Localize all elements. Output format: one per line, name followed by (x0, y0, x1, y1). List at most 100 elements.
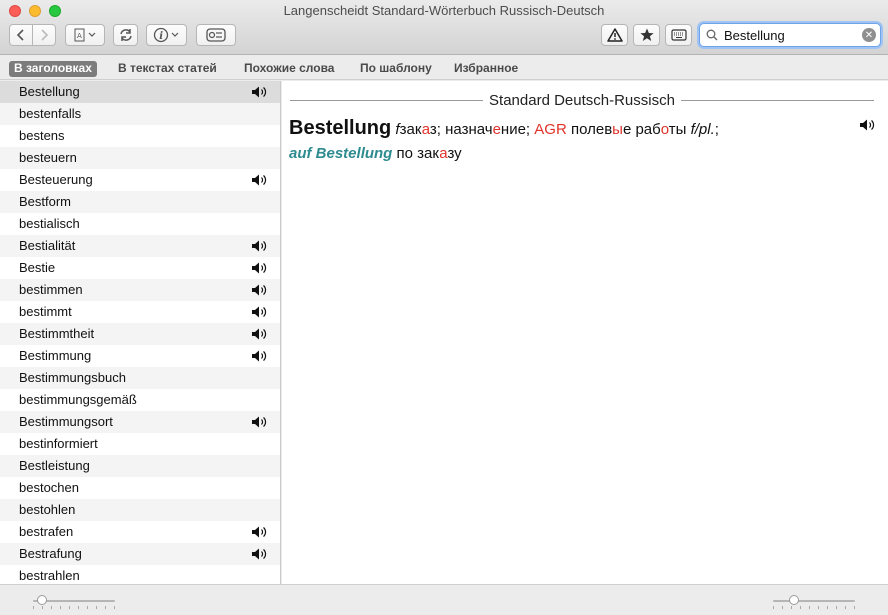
word-label: Bestrafung (19, 546, 82, 561)
speaker-icon[interactable] (251, 547, 269, 561)
word-label: Bestellung (19, 84, 80, 99)
stress-mark: о (660, 121, 669, 138)
word-label: Bestleistung (19, 458, 90, 473)
word-label: bestinformiert (19, 436, 98, 451)
word-list-item[interactable]: besteuern (0, 147, 280, 169)
speaker-icon[interactable] (251, 305, 269, 319)
search-mode-tabs: В заголовках В текстах статей Похожие сл… (0, 56, 888, 80)
word-list-item[interactable]: bestenfalls (0, 103, 280, 125)
word-list-item[interactable]: Bestrafung (0, 543, 280, 565)
stress-mark: а (421, 121, 430, 138)
entry-text: Bestellung fзаказ; назначение; AGR полев… (289, 116, 829, 166)
slider-knob[interactable] (789, 595, 799, 605)
word-list-item[interactable]: Bestellung (0, 81, 280, 103)
speaker-icon[interactable] (251, 415, 269, 429)
titlebar: Langenscheidt Standard-Wörterbuch Russis… (0, 0, 888, 55)
word-list-item[interactable]: bestimmungsgemäß (0, 389, 280, 411)
tab-in-articles[interactable]: В текстах статей (113, 61, 222, 77)
virtual-keyboard-button[interactable] (665, 24, 692, 46)
translation-1-c: ние; (500, 121, 531, 138)
list-font-size-slider[interactable] (33, 595, 115, 609)
tab-by-pattern[interactable]: По шаблону (355, 61, 437, 77)
dictionary-menu-button[interactable]: A (65, 24, 105, 46)
word-list-item[interactable]: bestrafen (0, 521, 280, 543)
clear-search-icon[interactable]: ✕ (862, 28, 876, 42)
entry-font-size-slider[interactable] (773, 595, 855, 609)
word-list-item[interactable]: bestinformiert (0, 433, 280, 455)
word-label: Bestimmung (19, 348, 92, 363)
phrase-translation-a: по зак (396, 145, 440, 162)
translation-2-a: полев (570, 121, 613, 138)
word-list-item[interactable]: bestohlen (0, 499, 280, 521)
translation-1-b: з; назнач (429, 121, 493, 138)
sync-button[interactable] (113, 24, 138, 46)
search-input[interactable] (724, 27, 858, 43)
speaker-icon[interactable] (251, 239, 269, 253)
word-list-item[interactable]: bestens (0, 125, 280, 147)
word-list-item[interactable]: Bestie (0, 257, 280, 279)
info-menu-button[interactable]: i (146, 24, 187, 46)
speaker-icon[interactable] (251, 283, 269, 297)
star-icon (639, 28, 654, 41)
flashcard-icon (206, 28, 226, 42)
bottom-bar (0, 584, 888, 615)
translation-2-b: е раб (622, 121, 661, 138)
speaker-icon[interactable] (251, 261, 269, 275)
word-list-item[interactable]: Bestform (0, 191, 280, 213)
word-label: Besteuerung (19, 172, 93, 187)
speaker-icon[interactable] (251, 173, 269, 187)
headword: Bestellung (289, 117, 392, 139)
svg-text:i: i (159, 31, 163, 42)
word-label: Bestimmtheit (19, 326, 95, 341)
word-list-item[interactable]: Bestialität (0, 235, 280, 257)
search-field[interactable]: ✕ (699, 23, 881, 47)
entry-panel: Standard Deutsch-Russisch Bestellung fза… (282, 81, 888, 584)
book-icon: A (74, 28, 96, 42)
back-button[interactable] (9, 24, 33, 46)
window-title: Langenscheidt Standard-Wörterbuch Russis… (283, 3, 605, 18)
domain-label: AGR (534, 121, 567, 138)
chevron-right-icon (41, 29, 49, 41)
word-label: bestohlen (19, 502, 76, 517)
plural-note: f/pl. (690, 121, 715, 138)
speaker-icon[interactable] (251, 525, 269, 539)
translation-1-a: зак (399, 121, 422, 138)
speaker-icon[interactable] (251, 327, 269, 341)
word-list-item[interactable]: Bestimmung (0, 345, 280, 367)
word-label: Bestie (19, 260, 56, 275)
word-list-item[interactable]: Bestleistung (0, 455, 280, 477)
word-list: Bestellung bestenfalls bestens besteuern Bes… (0, 81, 281, 584)
word-list-item[interactable]: bestialisch (0, 213, 280, 235)
word-list-item[interactable]: bestrahlen (0, 565, 280, 584)
word-list-item[interactable]: bestimmt (0, 301, 280, 323)
word-list-item[interactable]: bestimmen (0, 279, 280, 301)
word-list-item[interactable]: bestochen (0, 477, 280, 499)
phrase-translation-b: зу (447, 145, 462, 162)
stress-mark: е (492, 121, 501, 138)
tab-favorites[interactable]: Избранное (449, 61, 523, 77)
info-icon: i (153, 27, 178, 43)
search-icon (706, 29, 724, 41)
pronounce-speaker-icon[interactable] (859, 118, 877, 132)
separator: ; (714, 121, 719, 138)
report-button[interactable] (601, 24, 628, 46)
favorites-button[interactable] (633, 24, 660, 46)
word-label: bestenfalls (19, 106, 82, 121)
forward-button[interactable] (32, 24, 56, 46)
speaker-icon[interactable] (251, 349, 269, 363)
slider-knob[interactable] (37, 595, 47, 605)
word-list-item[interactable]: Bestimmungsort (0, 411, 280, 433)
app-window: Langenscheidt Standard-Wörterbuch Russis… (0, 0, 888, 615)
word-label: Bestimmungsort (19, 414, 113, 429)
flashcards-button[interactable] (196, 24, 236, 46)
word-list-item[interactable]: Bestimmungsbuch (0, 367, 280, 389)
word-label: bestrafen (19, 524, 74, 539)
speaker-icon[interactable] (251, 85, 269, 99)
tab-similar-words[interactable]: Похожие слова (239, 61, 339, 77)
tab-in-headwords[interactable]: В заголовках (9, 61, 97, 77)
word-list-item[interactable]: Bestimmtheit (0, 323, 280, 345)
phrase-link[interactable]: auf Bestellung (289, 145, 392, 162)
sync-icon (119, 29, 132, 41)
word-list-item[interactable]: Besteuerung (0, 169, 280, 191)
word-label: bestochen (19, 480, 79, 495)
